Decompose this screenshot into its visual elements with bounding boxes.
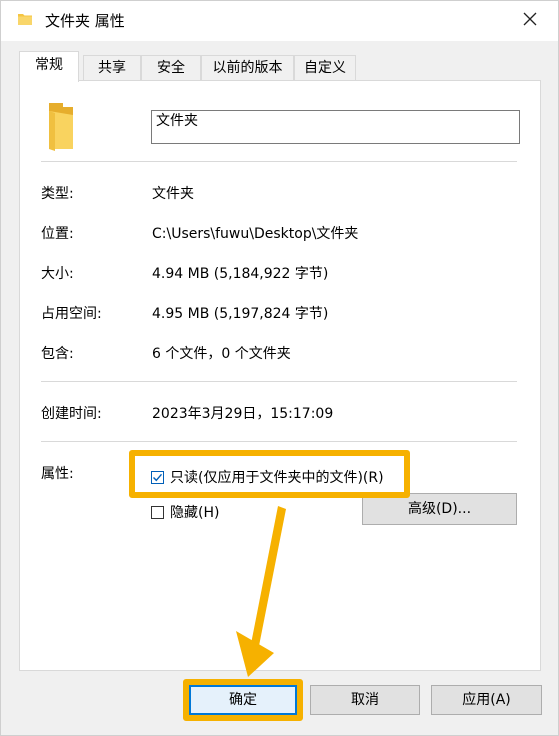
close-button[interactable] xyxy=(513,5,549,35)
divider xyxy=(41,161,517,162)
attributes-label: 属性: xyxy=(41,466,74,482)
created-value: 2023年3月29日，15:17:09 xyxy=(152,406,334,422)
tab-customize[interactable]: 自定义 xyxy=(294,55,356,80)
location-value: C:\Users\fuwu\Desktop\文件夹 xyxy=(152,226,359,242)
contains-value: 6 个文件，0 个文件夹 xyxy=(152,346,291,362)
tab-general[interactable]: 常规 xyxy=(19,51,79,82)
tab-security[interactable]: 安全 xyxy=(141,55,201,80)
folder-large-icon xyxy=(49,103,73,151)
hidden-checkbox[interactable]: 隐藏(H) xyxy=(151,502,219,522)
window-title: 文件夹 属性 xyxy=(45,12,125,30)
hidden-label: 隐藏(H) xyxy=(170,505,220,521)
apply-button[interactable]: 应用(A) xyxy=(431,685,542,715)
general-panel xyxy=(19,80,541,671)
folder-icon xyxy=(18,14,32,25)
type-value: 文件夹 xyxy=(152,186,194,202)
tab-previous-versions[interactable]: 以前的版本 xyxy=(201,55,294,80)
readonly-checkbox[interactable]: 只读(仅应用于文件夹中的文件)(R) xyxy=(151,467,384,487)
contains-label: 包含: xyxy=(41,346,74,362)
tab-sharing[interactable]: 共享 xyxy=(83,55,141,80)
readonly-label: 只读(仅应用于文件夹中的文件)(R) xyxy=(170,470,384,486)
folder-name-field[interactable]: 文件夹 xyxy=(151,110,520,144)
close-icon xyxy=(523,12,537,26)
size-on-disk-value: 4.95 MB (5,197,824 字节) xyxy=(152,306,329,322)
size-value: 4.94 MB (5,184,922 字节) xyxy=(152,266,329,282)
size-on-disk-label: 占用空间: xyxy=(41,306,102,322)
type-label: 类型: xyxy=(41,186,74,202)
ok-button[interactable]: 确定 xyxy=(189,685,297,715)
divider xyxy=(41,381,517,382)
checkbox-box[interactable] xyxy=(151,505,164,519)
properties-dialog: 文件夹 属性 常规 共享 安全 以前的版本 自定义 文件夹 类型: 文件夹 位置… xyxy=(0,0,559,736)
cancel-button[interactable]: 取消 xyxy=(310,685,420,715)
created-label: 创建时间: xyxy=(41,406,102,422)
checkbox-box[interactable] xyxy=(151,470,164,484)
location-label: 位置: xyxy=(41,226,74,242)
checkmark-icon xyxy=(153,473,163,481)
advanced-button[interactable]: 高级(D)... xyxy=(362,493,517,525)
divider xyxy=(41,441,517,442)
title-bar: 文件夹 属性 xyxy=(1,1,558,41)
size-label: 大小: xyxy=(41,266,74,282)
